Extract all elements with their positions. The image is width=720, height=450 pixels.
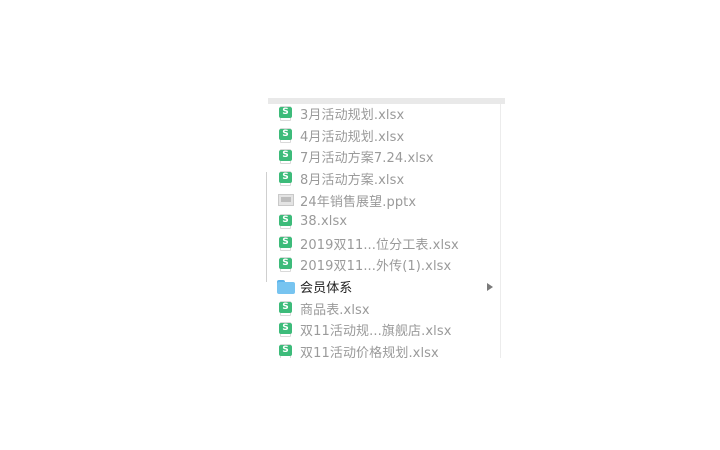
folder-name: 会员体系 [300, 281, 353, 297]
spreadsheet-icon: S [279, 235, 292, 251]
file-name: 38.xlsx [300, 214, 348, 230]
file-name: 4月活动规划.xlsx [300, 129, 405, 145]
presentation-icon [278, 194, 294, 207]
file-row[interactable]: S 4月活动规划.xlsx [268, 125, 500, 147]
file-name: 商品表.xlsx [300, 302, 370, 318]
file-name: 8月活动方案.xlsx [300, 173, 405, 189]
spreadsheet-icon: S [279, 257, 292, 273]
finder-window: S 3月活动规划.xlsx S 4月活动规划.xlsx S 7月活动方案7.24… [0, 0, 720, 450]
spreadsheet-icon: S [279, 300, 292, 316]
file-row[interactable]: S 38.xlsx [268, 211, 500, 233]
spreadsheet-icon: S [279, 149, 292, 165]
file-name: 7月活动方案7.24.xlsx [300, 151, 434, 167]
file-row[interactable]: S 双11活动规...旗舰店.xlsx [268, 319, 500, 341]
column-divider[interactable] [266, 172, 267, 282]
file-row[interactable]: S 2019双11...外传(1).xlsx [268, 254, 500, 276]
file-name: 2019双11...位分工表.xlsx [300, 237, 459, 253]
spreadsheet-icon: S [279, 127, 292, 143]
file-name: 双11活动价格规划.xlsx [300, 345, 439, 358]
file-name: 24年销售展望.pptx [300, 194, 417, 210]
file-name: 2019双11...外传(1).xlsx [300, 259, 452, 275]
spreadsheet-icon: S [279, 214, 292, 230]
file-row[interactable]: S 8月活动方案.xlsx [268, 168, 500, 190]
file-row[interactable]: S 双11活动价格规划.xlsx [268, 341, 500, 358]
spreadsheet-icon: S [279, 171, 292, 187]
folder-icon [277, 279, 295, 294]
file-name: 双11活动规...旗舰店.xlsx [300, 324, 452, 340]
folder-row[interactable]: 会员体系 [268, 276, 500, 298]
file-row[interactable]: S 2019双11...位分工表.xlsx [268, 233, 500, 255]
file-list: S 3月活动规划.xlsx S 4月活动规划.xlsx S 7月活动方案7.24… [268, 103, 500, 358]
disclosure-arrow-icon[interactable] [487, 282, 493, 291]
spreadsheet-icon: S [279, 322, 292, 338]
file-name: 3月活动规划.xlsx [300, 108, 405, 124]
file-row[interactable]: S 商品表.xlsx [268, 297, 500, 319]
spreadsheet-icon: S [279, 106, 292, 122]
spreadsheet-icon: S [279, 343, 292, 358]
file-row[interactable]: S 7月活动方案7.24.xlsx [268, 146, 500, 168]
file-row[interactable]: 24年销售展望.pptx [268, 189, 500, 211]
column-edge [500, 104, 501, 358]
file-column: S 3月活动规划.xlsx S 4月活动规划.xlsx S 7月活动方案7.24… [268, 98, 505, 358]
file-row[interactable]: S 3月活动规划.xlsx [268, 103, 500, 125]
